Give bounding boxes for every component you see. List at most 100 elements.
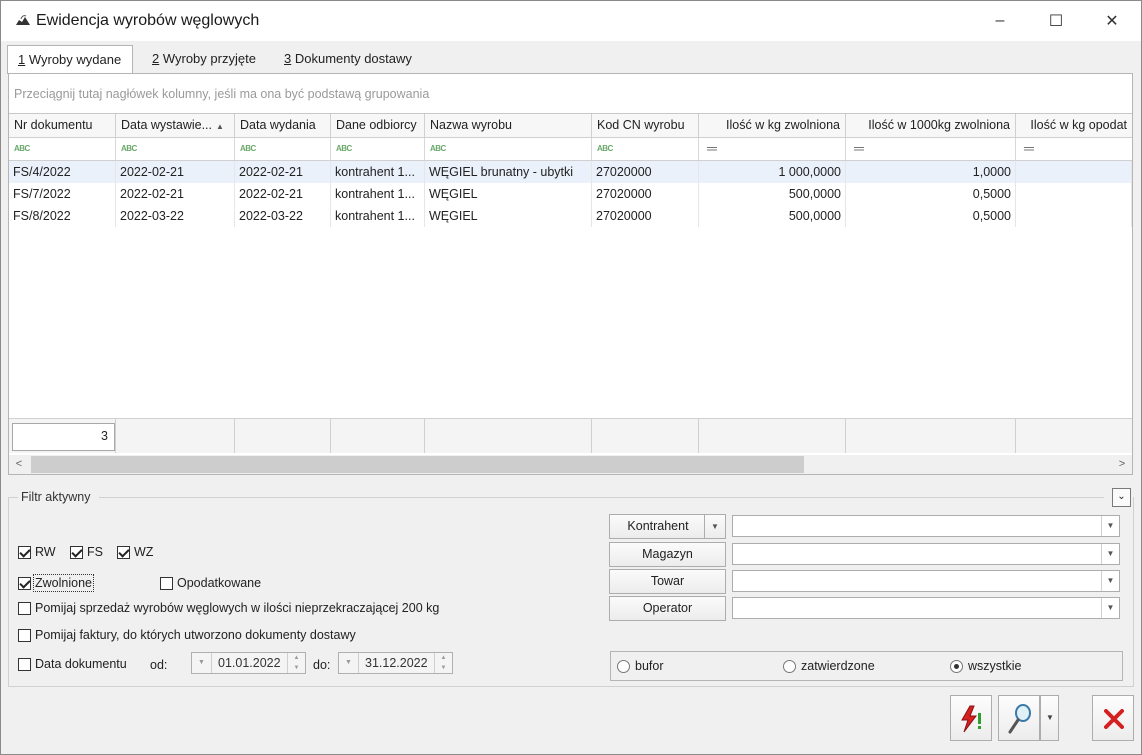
filter-cell-ilosc-kg-zwolniona[interactable]: ═ (699, 138, 846, 161)
towar-combo[interactable]: ▼ (732, 570, 1120, 592)
search-button[interactable] (998, 695, 1040, 741)
filter-cell-nazwa-wyrobu[interactable]: ABC (425, 138, 592, 161)
checkbox-pomijaj-200kg[interactable]: Pomijaj sprzedaż wyrobów węglowych w ilo… (18, 601, 439, 615)
checkbox-zwolnione[interactable]: Zwolnione (18, 574, 94, 592)
group-by-area[interactable]: Przeciągnij tutaj nagłówek kolumny, jeśl… (9, 74, 1132, 114)
tab-dokumenty-dostawy[interactable]: 3 Dokumenty dostawy (274, 45, 422, 73)
chevron-down-icon[interactable]: ▼ (1101, 571, 1119, 591)
cell-ilosc-kg-opodatkowana[interactable] (1016, 183, 1132, 205)
cell-data-wystawienia[interactable]: 2022-02-21 (116, 161, 235, 183)
column-header-data-wystawienia[interactable]: Data wystawie... ▲ (116, 114, 235, 138)
checkbox-box[interactable] (18, 628, 31, 642)
maximize-button[interactable]: ☐ (1033, 1, 1079, 41)
operator-combo[interactable]: ▼ (732, 597, 1120, 619)
cell-dane-odbiorcy[interactable]: kontrahent 1... (331, 205, 425, 227)
spin-arrows-icon[interactable]: ▲ ▼ (434, 653, 452, 673)
filter-cell-data-wydania[interactable]: ABC (235, 138, 331, 161)
column-header-ilosc-kg-opodatkowana[interactable]: Ilość w kg opodat (1016, 114, 1132, 138)
column-header-nr-dokumentu[interactable]: Nr dokumentu (9, 114, 116, 138)
checkbox-fs[interactable]: FS (70, 545, 103, 559)
checkbox-opodatkowane[interactable]: Opodatkowane (160, 576, 261, 590)
operator-button[interactable]: Operator (609, 596, 726, 621)
search-options-dropdown[interactable]: ▼ (1040, 695, 1059, 741)
column-header-ilosc-1000kg-zwolniona[interactable]: Ilość w 1000kg zwolniona (846, 114, 1016, 138)
checkbox-box[interactable] (70, 545, 83, 559)
towar-button[interactable]: Towar (609, 569, 726, 594)
cell-nr-dokumentu[interactable]: FS/7/2022 (9, 183, 116, 205)
cell-ilosc-kg-zwolniona[interactable]: 1 000,0000 (699, 161, 846, 183)
close-window-button[interactable]: ✕ (1089, 1, 1135, 41)
chevron-down-icon[interactable]: ▼ (1101, 598, 1119, 618)
cell-ilosc-kg-zwolniona[interactable]: 500,0000 (699, 183, 846, 205)
cell-kod-cn[interactable]: 27020000 (592, 161, 699, 183)
cell-kod-cn[interactable]: 27020000 (592, 205, 699, 227)
checkbox-rw[interactable]: RW (18, 545, 56, 559)
calendar-dropdown-icon[interactable]: ▼ (339, 653, 359, 673)
cell-ilosc-1000kg-zwolniona[interactable]: 0,5000 (846, 183, 1016, 205)
calendar-dropdown-icon[interactable]: ▼ (192, 653, 212, 673)
column-header-ilosc-kg-zwolniona[interactable]: Ilość w kg zwolniona (699, 114, 846, 138)
cell-data-wystawienia[interactable]: 2022-03-22 (116, 205, 235, 227)
radio-bufor[interactable]: bufor (617, 659, 664, 673)
cell-nazwa-wyrobu[interactable]: WĘGIEL (425, 183, 592, 205)
cell-kod-cn[interactable]: 27020000 (592, 183, 699, 205)
radio-circle[interactable] (617, 659, 630, 673)
checkbox-data-dokumentu[interactable]: Data dokumentu (18, 657, 127, 671)
magazyn-button[interactable]: Magazyn (609, 542, 726, 567)
radio-circle[interactable] (950, 659, 963, 673)
cell-nazwa-wyrobu[interactable]: WĘGIEL (425, 205, 592, 227)
cell-dane-odbiorcy[interactable]: kontrahent 1... (331, 161, 425, 183)
cell-ilosc-kg-opodatkowana[interactable] (1016, 205, 1132, 227)
horizontal-scrollbar[interactable]: < > (9, 455, 1132, 474)
filter-cell-dane-odbiorcy[interactable]: ABC (331, 138, 425, 161)
minimize-button[interactable]: – (977, 1, 1023, 41)
radio-wszystkie[interactable]: wszystkie (950, 659, 1021, 673)
column-header-data-wydania[interactable]: Data wydania (235, 114, 331, 138)
radio-zatwierdzone[interactable]: zatwierdzone (783, 659, 875, 673)
column-header-kod-cn[interactable]: Kod CN wyrobu (592, 114, 699, 138)
checkbox-box[interactable] (18, 657, 31, 671)
chevron-down-icon[interactable]: ▼ (1101, 544, 1119, 564)
chevron-down-icon[interactable]: ▼ (704, 515, 725, 538)
column-header-nazwa-wyrobu[interactable]: Nazwa wyrobu (425, 114, 592, 138)
cell-nr-dokumentu[interactable]: FS/4/2022 (9, 161, 116, 183)
filter-cell-nr-dokumentu[interactable]: ABC (9, 138, 116, 161)
close-button[interactable] (1092, 695, 1134, 741)
checkbox-pomijaj-faktury[interactable]: Pomijaj faktury, do których utworzono do… (18, 628, 356, 642)
cell-nr-dokumentu[interactable]: FS/8/2022 (9, 205, 116, 227)
date-to-field[interactable]: ▼ 31.12.2022 ▲ ▼ (338, 652, 453, 674)
kontrahent-combo[interactable]: ▼ (732, 515, 1120, 537)
cell-ilosc-1000kg-zwolniona[interactable]: 1,0000 (846, 161, 1016, 183)
filter-cell-ilosc-1000kg-zwolniona[interactable]: ═ (846, 138, 1016, 161)
radio-circle[interactable] (783, 659, 796, 673)
cell-data-wystawienia[interactable]: 2022-02-21 (116, 183, 235, 205)
cell-dane-odbiorcy[interactable]: kontrahent 1... (331, 183, 425, 205)
collapse-filter-button[interactable]: ⌄ (1112, 488, 1131, 507)
spin-arrows-icon[interactable]: ▲ ▼ (287, 653, 305, 673)
scroll-left-icon[interactable]: < (9, 455, 29, 474)
checkbox-box[interactable] (117, 545, 130, 559)
kontrahent-button[interactable]: Kontrahent ▼ (609, 514, 726, 539)
cell-ilosc-1000kg-zwolniona[interactable]: 0,5000 (846, 205, 1016, 227)
date-from-field[interactable]: ▼ 01.01.2022 ▲ ▼ (191, 652, 306, 674)
refresh-filter-button[interactable] (950, 695, 992, 741)
column-header-dane-odbiorcy[interactable]: Dane odbiorcy (331, 114, 425, 138)
tab-wyroby-przyjete[interactable]: 2 Wyroby przyjęte (142, 45, 266, 73)
scroll-right-icon[interactable]: > (1112, 455, 1132, 474)
cell-data-wydania[interactable]: 2022-02-21 (235, 161, 331, 183)
magazyn-combo[interactable]: ▼ (732, 543, 1120, 565)
chevron-down-icon[interactable]: ▼ (1101, 516, 1119, 536)
cell-ilosc-kg-opodatkowana[interactable] (1016, 161, 1132, 183)
checkbox-wz[interactable]: WZ (117, 545, 153, 559)
filter-cell-ilosc-kg-opodatkowana[interactable]: ═ (1016, 138, 1132, 161)
cell-ilosc-kg-zwolniona[interactable]: 500,0000 (699, 205, 846, 227)
checkbox-box[interactable] (18, 601, 31, 615)
cell-data-wydania[interactable]: 2022-02-21 (235, 183, 331, 205)
filter-cell-kod-cn[interactable]: ABC (592, 138, 699, 161)
scrollbar-thumb[interactable] (31, 456, 804, 473)
filter-cell-data-wystawienia[interactable]: ABC (116, 138, 235, 161)
checkbox-box[interactable] (18, 576, 31, 590)
checkbox-box[interactable] (160, 576, 173, 590)
cell-nazwa-wyrobu[interactable]: WĘGIEL brunatny - ubytki (425, 161, 592, 183)
cell-data-wydania[interactable]: 2022-03-22 (235, 205, 331, 227)
